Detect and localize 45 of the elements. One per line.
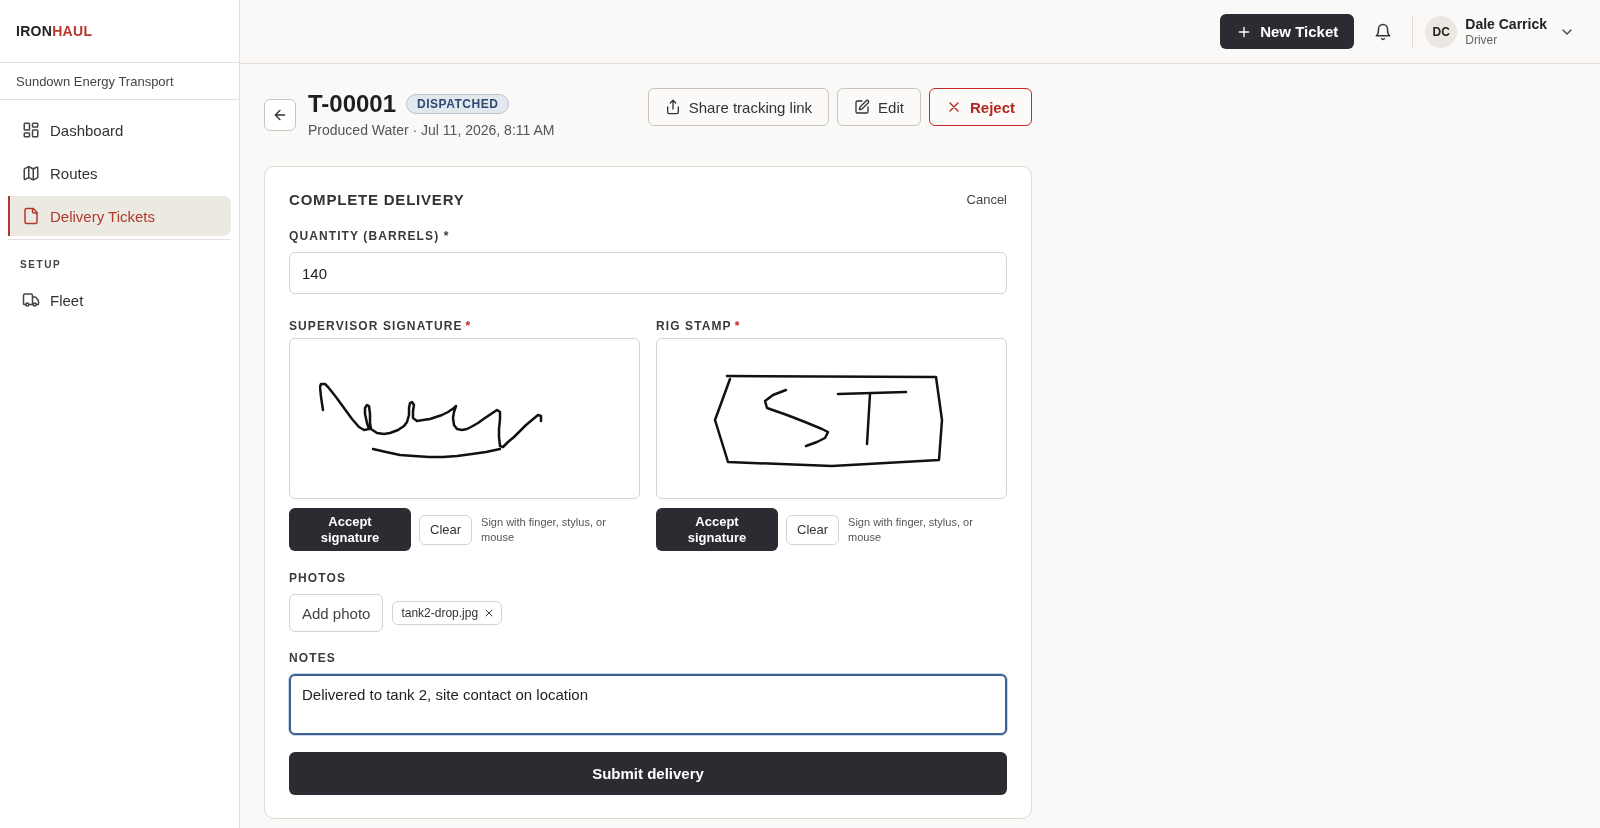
ticket-id: T-00001: [308, 90, 397, 118]
clear-button[interactable]: Clear: [419, 514, 473, 545]
hint-text: Sign with finger, stylus, or mouse: [481, 514, 607, 545]
cancel-link[interactable]: Cancel: [966, 191, 1007, 207]
signature-pad[interactable]: [289, 338, 640, 499]
section-heading: SETUP: [20, 259, 62, 270]
file-name: tank2-drop.jpg: [401, 606, 479, 620]
field-label: RIG STAMP *: [656, 319, 741, 333]
field-label: QUANTITY (BARRELS) *: [289, 229, 450, 243]
user-name: Dale Carrick: [1465, 15, 1547, 33]
field-label: SUPERVISOR SIGNATURE *: [289, 319, 472, 333]
nav-item[interactable]: Dashboard: [8, 110, 231, 150]
logo: IRONHAUL: [16, 23, 93, 39]
new-ticket-button[interactable]: New Ticket: [1220, 14, 1355, 49]
back-button[interactable]: [264, 98, 296, 131]
document-icon: [22, 207, 40, 225]
accept-button[interactable]: Accept signature: [289, 508, 411, 551]
edit-icon: [854, 99, 871, 115]
map-icon: [22, 164, 40, 182]
share-icon: [664, 99, 681, 115]
notes-field[interactable]: Delivered to tank 2, site contact on location: [289, 674, 1007, 735]
user-role: Driver: [1465, 32, 1498, 48]
stamp-pad[interactable]: [656, 338, 1007, 499]
submit-button[interactable]: Submit delivery: [289, 752, 1007, 795]
edit-button[interactable]: Edit: [837, 88, 921, 126]
accept-button[interactable]: Accept signature: [656, 508, 778, 551]
add-photo-button[interactable]: Add photo: [289, 594, 384, 632]
form-title: COMPLETE DELIVERY: [289, 190, 465, 208]
status-badge: DISPATCHED: [406, 94, 510, 114]
truck-icon: [22, 291, 40, 309]
bell-icon[interactable]: [1374, 22, 1393, 41]
avatar: DC: [1425, 15, 1458, 48]
field-label: PHOTOS: [289, 571, 347, 585]
quantity-field[interactable]: 140: [289, 252, 1007, 294]
hint-text: Sign with finger, stylus, or mouse: [848, 514, 974, 545]
nav-item[interactable]: Routes: [8, 153, 231, 193]
ticket-subtitle: Produced Water · Jul 11, 2026, 8:11 AM: [308, 122, 555, 139]
nav-item[interactable]: Delivery Tickets: [8, 196, 231, 236]
field-label: NOTES: [289, 651, 336, 665]
reject-button[interactable]: Reject: [928, 88, 1032, 126]
organization-name: Sundown Energy Transport: [16, 73, 174, 89]
dashboard-icon: [22, 121, 40, 139]
share-link-button[interactable]: Share tracking link: [647, 88, 830, 126]
nav-item[interactable]: Fleet: [8, 280, 231, 320]
clear-button[interactable]: Clear: [786, 514, 840, 545]
